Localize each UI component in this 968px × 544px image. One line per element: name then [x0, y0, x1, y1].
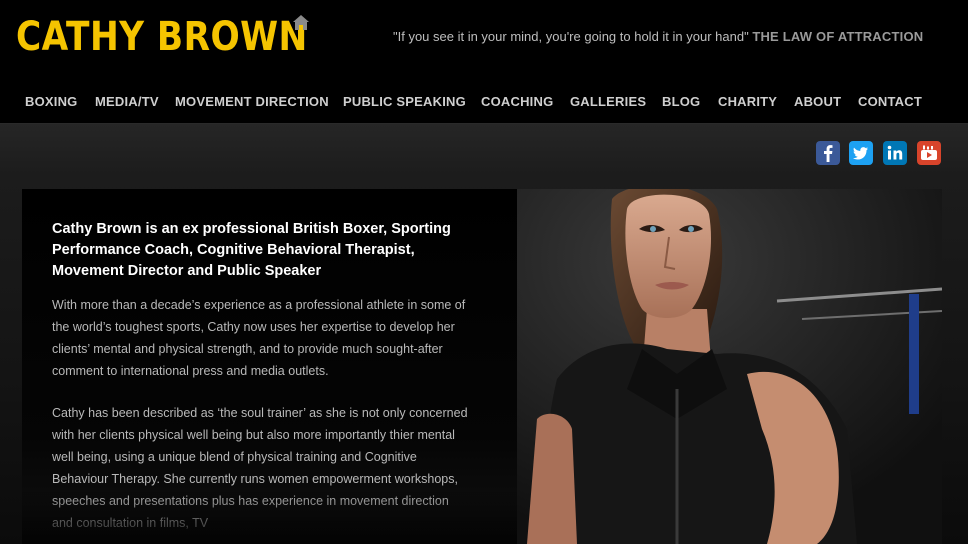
site-header: CATHY BROWN "If you see it in your mind,… — [0, 0, 968, 124]
nav-item-about[interactable]: ABOUT — [794, 94, 841, 109]
facebook-icon[interactable] — [816, 141, 840, 165]
twitter-icon[interactable] — [849, 141, 873, 165]
main-nav: BOXING MEDIA/TV MOVEMENT DIRECTION PUBLI… — [0, 94, 968, 112]
intro-text: Cathy Brown is an ex professional Britis… — [52, 219, 472, 534]
nav-item-boxing[interactable]: BOXING — [25, 94, 77, 109]
quote-title: THE LAW OF ATTRACTION — [752, 29, 924, 44]
brand-name[interactable]: CATHY BROWN — [16, 12, 308, 62]
intro-headline: Cathy Brown is an ex professional Britis… — [52, 221, 451, 279]
youtube-icon[interactable] — [917, 141, 941, 165]
nav-item-charity[interactable]: CHARITY — [718, 94, 777, 109]
intro-panel: Cathy Brown is an ex professional Britis… — [22, 189, 942, 544]
nav-item-public-speaking[interactable]: PUBLIC SPEAKING — [343, 94, 466, 109]
header-quote: "If you see it in your mind, you're goin… — [393, 29, 923, 44]
intro-paragraph-1: With more than a decade’s experience as … — [52, 298, 466, 378]
nav-item-blog[interactable]: BLOG — [662, 94, 700, 109]
nav-item-galleries[interactable]: GALLERIES — [570, 94, 646, 109]
quote-text: "If you see it in your mind, you're goin… — [393, 29, 749, 44]
text-fade-overlay — [22, 489, 517, 544]
nav-item-media-tv[interactable]: MEDIA/TV — [95, 94, 159, 109]
home-icon[interactable] — [292, 14, 310, 31]
nav-item-contact[interactable]: CONTACT — [858, 94, 922, 109]
nav-item-movement-direction[interactable]: MOVEMENT DIRECTION — [175, 94, 329, 109]
cathy-brown-photo — [517, 189, 942, 544]
linkedin-icon[interactable] — [883, 141, 907, 165]
nav-item-coaching[interactable]: COACHING — [481, 94, 553, 109]
